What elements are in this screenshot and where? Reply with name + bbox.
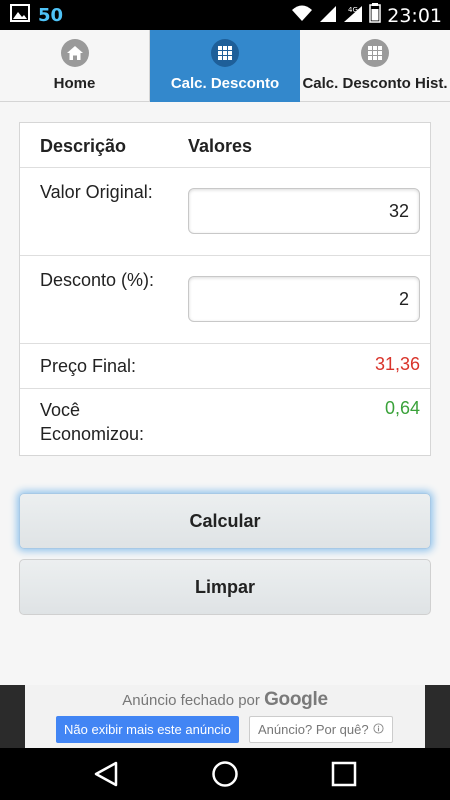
navigation-bar [0,748,450,800]
discount-table: Descrição Valores Valor Original: Descon… [19,122,431,456]
signal-4g-icon: 4G [343,3,363,28]
ad-banner: Anúncio fechado por Google Não exibir ma… [25,685,425,748]
tab-calc-desconto-hist-label: Calc. Desconto Hist. [302,75,448,92]
header-description: Descrição [40,136,127,156]
original-value-label: Valor Original: [40,182,153,202]
calculate-button[interactable]: Calcular [19,493,431,549]
signal-icon [319,3,337,28]
header-values: Valores [188,136,253,156]
table-header: Descrição Valores [20,123,430,168]
table-row: Desconto (%): [20,256,430,344]
why-ad-button[interactable]: Anúncio? Por quê? [249,716,393,743]
saved-label: Você Economizou: [40,400,145,444]
clear-button[interactable]: Limpar [19,559,431,615]
tab-home-label: Home [53,75,96,92]
svg-text:4G: 4G [348,6,358,14]
home-icon [60,39,89,67]
table-row: Valor Original: [20,168,430,256]
discount-label: Desconto (%): [40,270,155,290]
image-icon [10,4,30,27]
tab-calc-desconto-label: Calc. Desconto [170,75,280,92]
original-value-input[interactable] [188,188,420,234]
grid-icon [211,39,239,67]
notification-count: 50 [38,4,64,26]
discount-input[interactable] [188,276,420,322]
google-logo: Google [264,689,328,710]
table-row: Você Economizou: 0,64 [20,389,430,457]
hide-ad-button[interactable]: Não exibir mais este anúncio [56,716,239,743]
grid-icon [361,39,389,67]
home-nav-icon[interactable] [211,760,239,788]
final-price-value: 31,36 [374,354,420,374]
final-price-label: Preço Final: [40,356,137,376]
wifi-icon [291,4,313,27]
tab-calc-desconto-hist[interactable]: Calc. Desconto Hist. [300,30,450,102]
tab-home[interactable]: Home [0,30,150,102]
tab-bar: Home Calc. Desconto Calc. Desconto Hist. [0,30,450,102]
tab-calc-desconto[interactable]: Calc. Desconto [150,30,300,102]
table-row: Preço Final: 31,36 [20,344,430,389]
info-icon [373,722,384,737]
why-ad-label: Anúncio? Por quê? [258,722,369,737]
clock: 23:01 [387,4,442,27]
ad-closed-message: Anúncio fechado por Google [25,689,425,711]
back-icon[interactable] [92,760,120,788]
recents-icon[interactable] [330,760,358,788]
status-bar: 50 4G 23:01 [0,0,450,30]
battery-icon [369,3,381,28]
ad-closed-text: Anúncio fechado por [122,692,260,709]
saved-value: 0,64 [384,398,420,418]
